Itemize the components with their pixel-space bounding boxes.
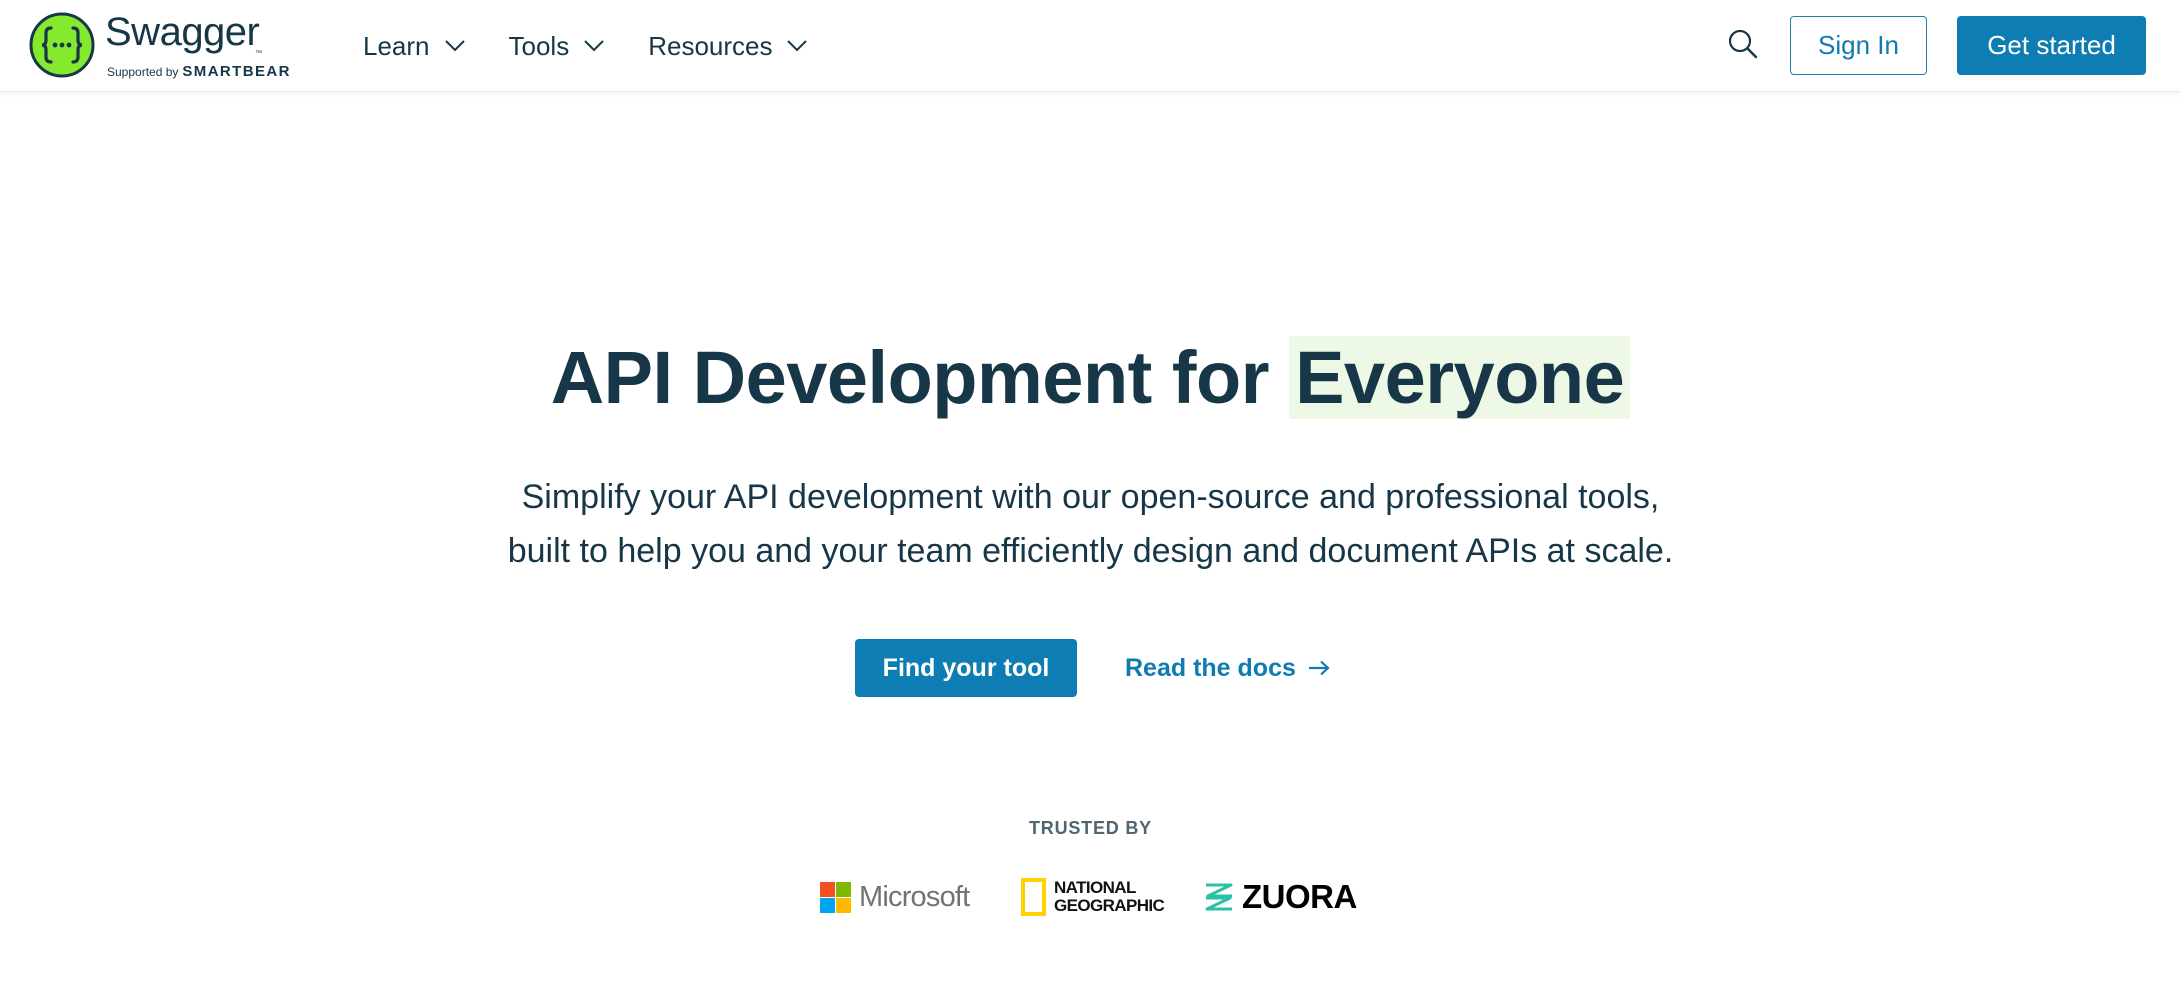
logo-text: Swagger ™ Supported by SMARTBEAR [105,10,305,80]
nav-tools[interactable]: Tools [509,31,606,62]
search-icon[interactable] [1726,27,1760,61]
chevron-down-icon [444,40,465,52]
ms-square-yellow [836,897,851,913]
chevron-down-icon [584,40,604,52]
nav-resources-label: Resources [648,30,773,61]
logo-supported-by: Supported by SMARTBEAR [107,63,291,80]
read-the-docs-label: Read the docs [1125,653,1296,682]
ms-square-green [836,881,851,897]
chevron-down-icon [787,40,808,52]
swagger-braces-icon [29,12,95,78]
microsoft-logo: Microsoft [820,872,970,922]
natgeo-line-1: NATIONAL [1054,878,1136,897]
microsoft-wordmark: Microsoft [859,880,970,913]
hero-title-prefix: API Development for [550,336,1270,419]
get-started-button[interactable]: Get started [1957,16,2146,75]
zuora-z-icon [1205,883,1233,911]
ms-square-blue [820,897,835,913]
hero-subtitle-line-2: built to help you and your team efficien… [507,532,1674,570]
nav-learn[interactable]: Learn [363,31,466,62]
hero-title-highlight: Everyone [1289,336,1631,419]
microsoft-squares-icon [820,881,851,913]
zuora-wordmark: ZUORA [1242,878,1357,915]
logo-wordmark: Swagger [105,10,260,54]
ms-square-red [820,881,835,897]
zuora-logo: ZUORA [1203,872,1357,922]
yellow-frame-icon [1021,878,1046,916]
site-header: Swagger ™ Supported by SMARTBEAR Learn To… [0,0,2181,92]
supported-by-text: Supported by [107,65,179,79]
logo-trademark: ™ [255,50,262,57]
nav-resources[interactable]: Resources [648,31,808,62]
national-geographic-logo: NATIONAL GEOGRAPHIC [1021,872,1165,922]
natgeo-wordmark: NATIONAL GEOGRAPHIC [1054,878,1165,915]
nav-tools-label: Tools [508,30,570,61]
hero-title: API Development for Everyone [0,330,2181,426]
sign-in-button[interactable]: Sign In [1790,16,1927,75]
main-nav: Learn Tools Resources [363,0,851,92]
swagger-logo[interactable]: Swagger ™ Supported by SMARTBEAR [29,5,305,85]
read-the-docs-link[interactable]: Read the docs [1125,639,1330,697]
natgeo-line-2: GEOGRAPHIC [1054,896,1165,915]
hero-subtitle: Simplify your API development with our o… [0,470,2181,578]
hero-subtitle-line-1: Simplify your API development with our o… [521,478,1660,516]
find-your-tool-button[interactable]: Find your tool [855,639,1077,697]
nav-learn-label: Learn [363,30,430,61]
smartbear-text: SMARTBEAR [182,63,291,80]
arrow-right-icon [1308,660,1330,676]
trusted-by-label: TRUSTED BY [1028,818,1152,838]
